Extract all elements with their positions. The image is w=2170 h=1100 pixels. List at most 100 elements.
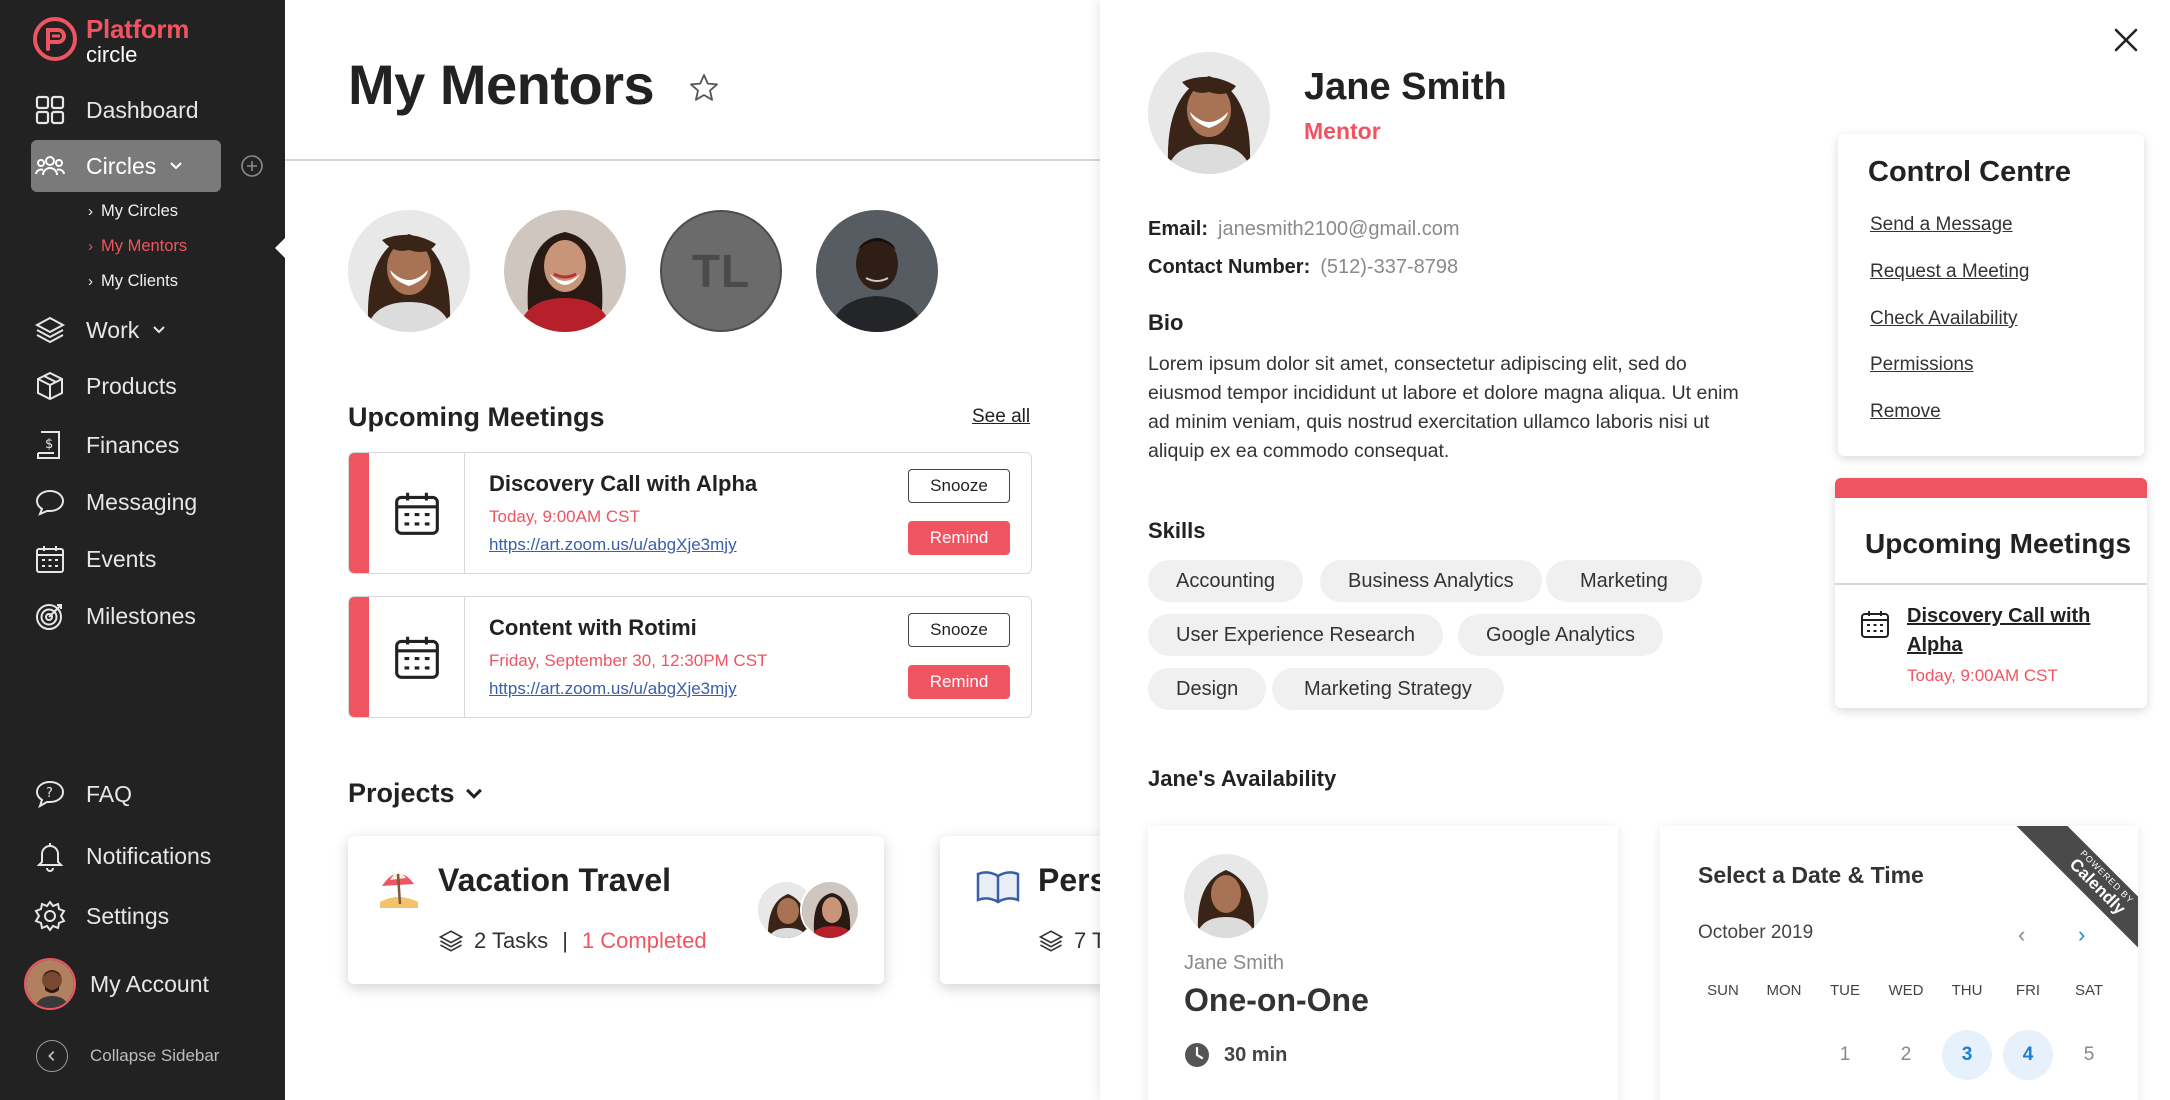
- collapse-sidebar-button[interactable]: Collapse Sidebar: [36, 1040, 219, 1072]
- skills-heading: Skills: [1148, 518, 1206, 543]
- meeting-link[interactable]: https://art.zoom.us/u/abgXje3mjy: [489, 535, 737, 555]
- sidebar-subitem-my-mentors[interactable]: › My Mentors: [88, 237, 187, 256]
- mentor-avatar-initials[interactable]: TL: [660, 210, 782, 332]
- contact-value: (512)-337-8798: [1320, 256, 1459, 278]
- remind-button[interactable]: Remind: [908, 521, 1010, 555]
- target-icon: [32, 598, 68, 634]
- sidebar-item-settings[interactable]: Settings: [32, 892, 169, 940]
- sidebar-item-events[interactable]: Events: [32, 535, 156, 583]
- brand-logo[interactable]: Platform circle: [32, 14, 252, 67]
- chevron-right-icon: ›: [88, 273, 93, 290]
- sidebar-subitem-label: My Mentors: [101, 237, 188, 255]
- see-all-link[interactable]: See all: [972, 406, 1030, 428]
- sidebar-item-work[interactable]: Work: [32, 306, 167, 354]
- remove-link[interactable]: Remove: [1870, 401, 1941, 423]
- snooze-button[interactable]: Snooze: [908, 613, 1010, 647]
- panel-upcoming-meetings-card: Upcoming Meetings Discovery Call with Al…: [1835, 478, 2147, 708]
- request-meeting-link[interactable]: Request a Meeting: [1870, 261, 2030, 283]
- mentor-avatar-2[interactable]: [504, 210, 626, 332]
- mentor-avatar-4[interactable]: [816, 210, 938, 332]
- meeting-calendar-box: [369, 453, 465, 573]
- sidebar-subitem-my-clients[interactable]: › My Clients: [88, 272, 178, 291]
- sidebar-item-label: Circles: [86, 152, 157, 179]
- calendar-day: 1: [1839, 1044, 1851, 1065]
- skill-chip: Design: [1148, 668, 1267, 710]
- email-value: janesmith2100@gmail.com: [1218, 218, 1460, 240]
- calendar-day-available[interactable]: 4: [2003, 1030, 2053, 1080]
- project-title: Pers: [1038, 862, 1108, 898]
- star-icon[interactable]: [688, 72, 720, 104]
- card-accent-bar: [1835, 478, 2147, 498]
- sidebar-item-label: Work: [86, 316, 140, 343]
- sidebar-item-faq[interactable]: ? FAQ: [32, 770, 132, 818]
- send-message-link[interactable]: Send a Message: [1870, 214, 2013, 236]
- close-icon[interactable]: [2110, 24, 2142, 56]
- page-title: My Mentors: [348, 53, 655, 116]
- sidebar-subitem-my-circles[interactable]: › My Circles: [88, 202, 178, 221]
- sidebar-item-label: FAQ: [86, 780, 133, 807]
- sidebar-item-circles[interactable]: Circles: [32, 142, 184, 190]
- projects-dropdown[interactable]: Projects: [348, 778, 485, 809]
- project-meta-separator: |: [562, 928, 568, 953]
- mentor-role: Mentor: [1304, 118, 1381, 144]
- brand-subname: circle: [86, 42, 138, 67]
- skill-chip: Marketing: [1546, 560, 1702, 602]
- calendar-day-available[interactable]: 3: [1942, 1030, 1992, 1080]
- sidebar-item-milestones[interactable]: Milestones: [32, 592, 196, 640]
- add-circle-icon[interactable]: [240, 154, 264, 178]
- permissions-link[interactable]: Permissions: [1870, 354, 1973, 376]
- calendar-day: 5: [2083, 1044, 2095, 1065]
- snooze-button[interactable]: Snooze: [908, 469, 1010, 503]
- sidebar: Platform circle Dashboard Circles › My Ci…: [0, 0, 285, 1100]
- calendar-day: 2: [1900, 1044, 1912, 1065]
- chevron-right-icon[interactable]: ›: [2078, 922, 2085, 948]
- layers-icon: [1038, 930, 1064, 952]
- sidebar-item-label: My Account: [90, 970, 209, 997]
- chevron-right-icon: ›: [88, 238, 93, 255]
- skill-chip: User Experience Research: [1148, 614, 1443, 656]
- mentor-avatar-jane[interactable]: [348, 210, 470, 332]
- meeting-card[interactable]: Content with Rotimi Friday, September 30…: [348, 596, 1032, 718]
- platform-circle-logo-icon: [33, 17, 77, 61]
- avatar: [24, 958, 76, 1010]
- project-title: Vacation Travel: [438, 862, 672, 898]
- meeting-link[interactable]: https://art.zoom.us/u/abgXje3mjy: [489, 679, 737, 699]
- control-centre-title: Control Centre: [1868, 156, 2071, 188]
- avatar: [800, 880, 860, 940]
- sidebar-item-notifications[interactable]: Notifications: [32, 832, 211, 880]
- remind-button[interactable]: Remind: [908, 665, 1010, 699]
- weekday-label: SUN: [1707, 982, 1739, 999]
- calendar-icon: [32, 541, 68, 577]
- card-divider: [1835, 583, 2147, 585]
- chevron-left-icon: [36, 1040, 68, 1072]
- calendar-month: October 2019: [1698, 922, 1814, 943]
- app-root: Platform circle Dashboard Circles › My Ci…: [0, 0, 2170, 1100]
- meeting-card[interactable]: Discovery Call with Alpha Today, 9:00AM …: [348, 452, 1032, 574]
- sidebar-item-messaging[interactable]: Messaging: [32, 478, 197, 526]
- mentor-initials: TL: [691, 245, 751, 297]
- avatar: [1184, 854, 1268, 938]
- umbrella-beach-icon: [380, 872, 418, 908]
- chevron-left-icon[interactable]: ‹: [2018, 922, 2025, 948]
- sidebar-item-finances[interactable]: $ Finances: [32, 421, 179, 469]
- sidebar-item-label: Dashboard: [86, 96, 199, 123]
- book-icon: [976, 871, 1020, 904]
- skill-chip: Business Analytics: [1320, 560, 1542, 602]
- chevron-down-icon: [168, 158, 184, 174]
- avatar: [1148, 52, 1270, 174]
- sidebar-item-label: Finances: [86, 431, 180, 458]
- control-centre-card: Control Centre Send a Message Request a …: [1838, 134, 2144, 456]
- sidebar-item-dashboard[interactable]: Dashboard: [32, 86, 199, 134]
- panel-meeting-link[interactable]: Discovery Call with Alpha: [1907, 602, 2127, 660]
- sidebar-item-my-account[interactable]: My Account: [24, 958, 209, 1010]
- sidebar-subitem-label: My Circles: [101, 202, 178, 220]
- box-icon: [32, 368, 68, 404]
- check-availability-link[interactable]: Check Availability: [1870, 308, 2018, 330]
- calendar-icon: [1861, 611, 1889, 638]
- collapse-sidebar-label: Collapse Sidebar: [90, 1046, 220, 1065]
- date-picker-title: Select a Date & Time: [1698, 862, 1924, 888]
- project-card[interactable]: Vacation Travel 2 Tasks | 1 Completed: [348, 836, 884, 984]
- svg-text:?: ?: [46, 786, 53, 801]
- skill-chip: Google Analytics: [1458, 614, 1663, 656]
- sidebar-item-products[interactable]: Products: [32, 362, 177, 410]
